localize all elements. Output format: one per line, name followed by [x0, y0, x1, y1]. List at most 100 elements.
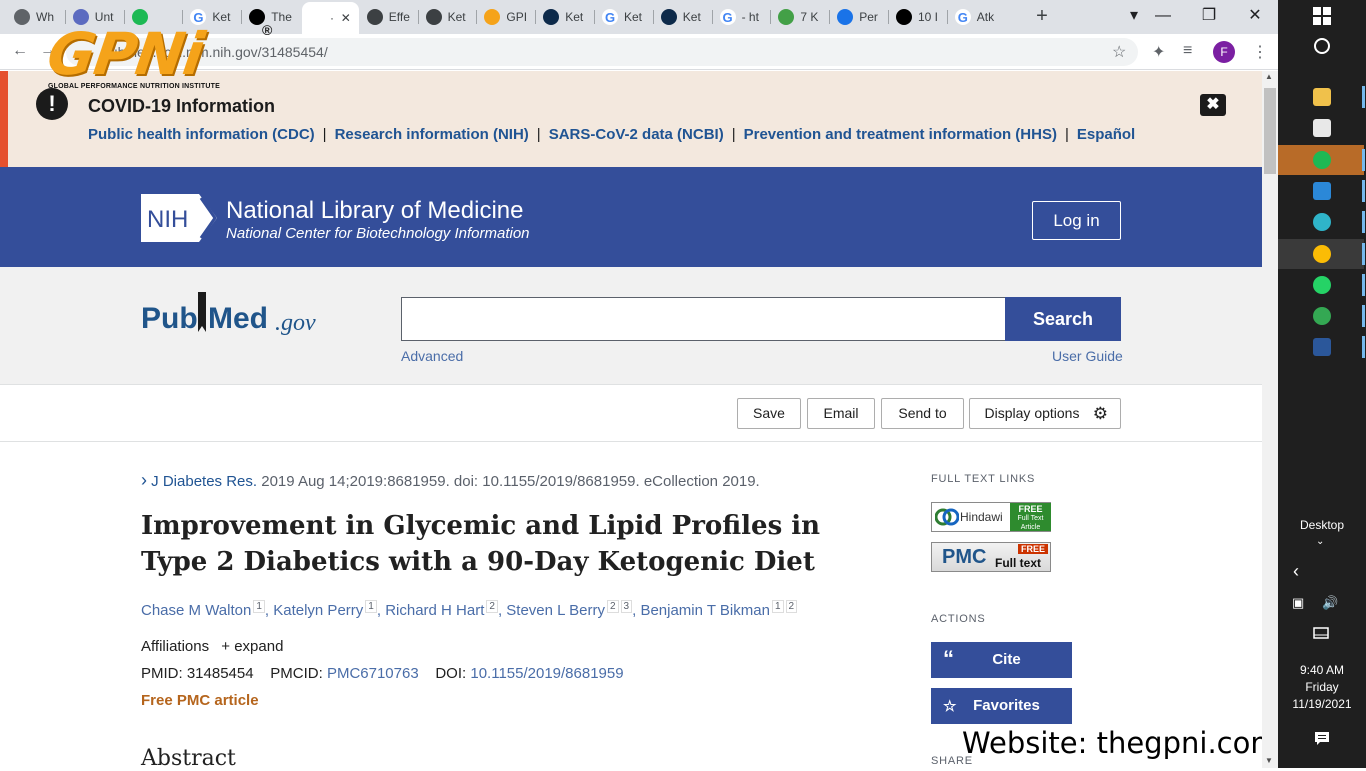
affiliation-number[interactable]: 2 — [486, 600, 498, 613]
affiliation-number[interactable]: 1 — [771, 600, 784, 613]
clock-time: 9:40 AM — [1299, 663, 1345, 677]
new-tab-button[interactable]: + — [1032, 6, 1052, 26]
author-link[interactable]: Katelyn Perry — [273, 602, 363, 619]
covid-link-cdc[interactable]: Public health information (CDC) — [88, 126, 315, 143]
taskbar-clock[interactable]: 9:40 AM Friday 11/19/2021 — [1278, 662, 1366, 713]
cortana-search-icon[interactable] — [1313, 37, 1331, 55]
scrollbar-thumb[interactable] — [1264, 88, 1276, 174]
extensions-puzzle-icon[interactable]: ✦ — [1152, 42, 1165, 62]
article-identifiers: PMID: 31485454 PMCID: PMC6710763 DOI: 10… — [141, 665, 624, 682]
author-link[interactable]: Steven L Berry — [506, 602, 605, 619]
windows-start-icon[interactable] — [1313, 7, 1331, 25]
journal-link[interactable]: J Diabetes Res. — [151, 473, 257, 490]
browser-tab[interactable]: Ket — [655, 4, 712, 30]
tab-separator — [652, 10, 654, 24]
display-options-label: Display options — [984, 405, 1080, 421]
covid-link-ncbi[interactable]: SARS-CoV-2 data (NCBI) — [549, 126, 724, 143]
desktop-label[interactable]: Desktop — [1278, 518, 1366, 532]
browser-tab[interactable]: G - ht — [714, 4, 771, 30]
actions-heading: ACTIONS — [931, 613, 986, 625]
profile-avatar[interactable]: F — [1213, 41, 1235, 63]
pmcid-label: PMCID: — [270, 665, 323, 682]
user-guide-link[interactable]: User Guide — [1052, 348, 1123, 364]
chevron-left-icon[interactable]: ‹ — [1293, 561, 1299, 582]
media-queue-icon[interactable]: ≡ — [1183, 42, 1192, 60]
close-tab-icon[interactable]: ✕ — [341, 11, 351, 25]
covid-link-nih[interactable]: Research information (NIH) — [335, 126, 529, 143]
browser-tab[interactable]: Ket — [537, 4, 594, 30]
affiliation-number[interactable]: 1 — [253, 600, 265, 613]
tab-separator — [829, 10, 831, 24]
doi-link[interactable]: 10.1155/2019/8681959 — [470, 665, 623, 682]
search-button[interactable]: Search — [1005, 297, 1121, 341]
display-icon[interactable] — [1313, 627, 1329, 641]
affiliation-number[interactable]: 1 — [365, 600, 377, 613]
browser-tab[interactable]: · ✕ — [302, 2, 359, 34]
pmcid-link[interactable]: PMC6710763 — [327, 665, 419, 682]
display-options-button[interactable]: Display options ⚙ — [969, 398, 1121, 429]
running-indicator — [1362, 179, 1365, 202]
send-to-button[interactable]: Send to — [881, 398, 964, 429]
covid-link-espanol[interactable]: Español — [1077, 126, 1135, 143]
covid-close-button[interactable]: ✖ — [1200, 94, 1226, 116]
watermark-website-text: Website: thegpni.com — [962, 726, 1279, 760]
browser-tab-label: - ht — [741, 10, 759, 24]
affiliation-number[interactable]: 2 — [785, 600, 798, 613]
browser-tab[interactable]: G Ket — [596, 4, 653, 30]
pmc-full-text-link[interactable]: PMC FREE Full text — [931, 542, 1051, 572]
bookmark-star-icon[interactable]: ☆ — [1112, 42, 1126, 62]
pubmed-logo-gov[interactable]: .gov — [275, 310, 316, 337]
author-link[interactable]: Benjamin T Bikman — [640, 602, 770, 619]
scroll-down-arrow-icon[interactable]: ▼ — [1265, 756, 1273, 765]
author-link[interactable]: Richard H Hart — [385, 602, 484, 619]
expand-affiliations-button[interactable]: + expand — [221, 638, 283, 655]
page-scrollbar[interactable] — [1262, 71, 1278, 768]
notifications-icon[interactable] — [1314, 731, 1330, 747]
pubmed-logo-pub[interactable]: Pub — [141, 302, 198, 336]
tab-search-icon[interactable]: ▾ — [1119, 4, 1149, 28]
browser-tab[interactable]: 7 K — [772, 4, 829, 30]
browser-tab[interactable]: Per — [831, 4, 888, 30]
chevron-right-icon[interactable]: › — [141, 470, 147, 490]
browser-tab[interactable]: Ket — [420, 4, 477, 30]
back-arrow-icon[interactable]: ← — [12, 42, 28, 60]
clock-date: 11/19/2021 — [1292, 697, 1352, 711]
chevron-down-icon[interactable]: ⌄ — [1316, 536, 1324, 547]
covid-link-hhs[interactable]: Prevention and treatment information (HH… — [744, 126, 1057, 143]
favorites-label: Favorites — [973, 697, 1040, 714]
free-badge: FREE Full Text Article — [1010, 503, 1051, 531]
cite-button[interactable]: “ Cite — [931, 642, 1072, 678]
meet-now-icon[interactable]: ▣ — [1292, 595, 1304, 611]
browser-menu-icon[interactable]: ⋮ — [1252, 42, 1268, 62]
browser-tab[interactable]: G Atk — [949, 4, 1006, 30]
author-link[interactable]: Chase M Walton — [141, 602, 251, 619]
whatsapp-icon — [1313, 275, 1331, 294]
hindawi-full-text-link[interactable]: Hindawi FREE Full Text Article — [931, 502, 1051, 532]
favorites-button[interactable]: ☆ Favorites — [931, 688, 1072, 724]
browser-tab-label: Per — [859, 10, 878, 24]
search-input[interactable] — [401, 297, 1006, 341]
save-button[interactable]: Save — [737, 398, 801, 429]
minimize-button[interactable]: — — [1148, 4, 1178, 28]
login-button[interactable]: Log in — [1032, 201, 1121, 240]
plus-icon: + — [221, 638, 231, 655]
scroll-up-arrow-icon[interactable]: ▲ — [1265, 72, 1273, 81]
restore-button[interactable]: ❐ — [1194, 4, 1224, 28]
advanced-search-link[interactable]: Advanced — [401, 348, 463, 364]
browser-tab[interactable]: Effe — [361, 4, 418, 30]
volume-icon[interactable]: 🔊 — [1322, 595, 1338, 611]
google-icon: G — [954, 9, 971, 25]
browser-tab-label: Ket — [565, 10, 584, 24]
browser-tab[interactable]: GPI — [478, 4, 535, 30]
google-icon: G — [602, 9, 618, 25]
browser-tab[interactable]: 10 I — [890, 4, 947, 30]
close-window-button[interactable]: ✕ — [1240, 4, 1270, 28]
link-separator: | — [536, 126, 541, 143]
affiliation-number[interactable]: 3 — [620, 600, 633, 613]
affiliation-number[interactable]: 2 — [606, 600, 619, 613]
nih-title[interactable]: National Library of Medicine — [226, 197, 523, 225]
site-icon — [778, 9, 795, 25]
email-button[interactable]: Email — [807, 398, 875, 429]
nih-logo-badge[interactable]: NIH — [141, 194, 217, 242]
pubmed-logo-med[interactable]: Med — [208, 302, 268, 336]
